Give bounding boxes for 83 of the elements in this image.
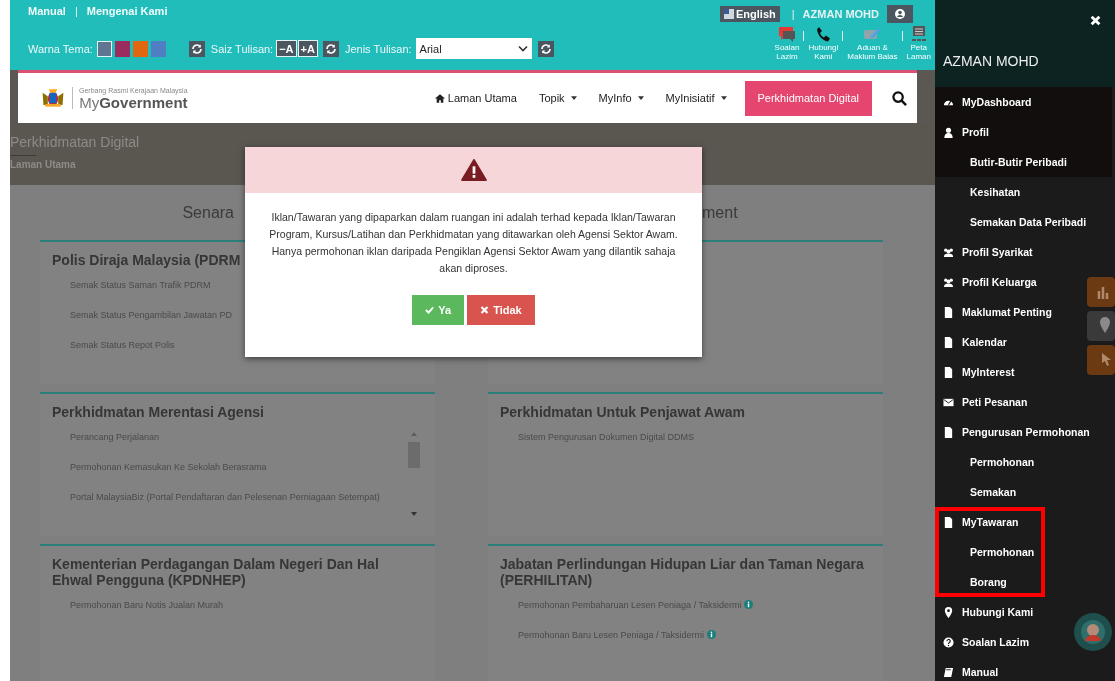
sidebar-item[interactable]: MyTawaran (935, 507, 1025, 537)
sidebar-item[interactable]: Profil (935, 117, 1112, 147)
section-heading: ment (702, 203, 739, 222)
sidebar-item[interactable]: Profil Syarikat (935, 237, 1039, 267)
cross-icon (480, 306, 490, 314)
sidebar-item[interactable]: Manual (935, 657, 1005, 681)
user-icon (943, 126, 954, 138)
sidebar-item[interactable]: Peti Pesanan (935, 387, 1034, 417)
book-icon (943, 666, 954, 678)
sidebar-subitem[interactable]: Butir-Butir Peribadi (935, 147, 1112, 177)
sidebar-item[interactable]: Soalan Lazim (935, 627, 1036, 657)
sidebar-subitem[interactable]: Permohonan (935, 537, 1041, 567)
nav-dropdown[interactable]: MyInfo (598, 92, 644, 104)
theme-swatch[interactable] (114, 40, 130, 57)
sidebar-item[interactable]: Hubungi Kami (935, 597, 1040, 627)
card-title: Jabatan Perlindungan Hidupan Liar dan Taman Negara (PERHILITAN) (500, 556, 865, 588)
sidebar-item[interactable]: Pengurusan Permohonan (935, 417, 1096, 447)
crest-icon (40, 87, 66, 109)
sidebar-subitem[interactable]: Borang (935, 567, 1013, 597)
sidebar-subitem[interactable]: Semakan Data Peribadi (935, 207, 1093, 237)
warning-icon (460, 159, 487, 181)
card-title: Perkhidmatan Merentasi Agensi (52, 404, 265, 420)
language-button[interactable]: English (720, 6, 780, 22)
document-icon (943, 336, 954, 348)
theme-swatch[interactable] (132, 40, 148, 57)
chart-shortcut-icon[interactable] (1087, 277, 1115, 307)
sidebar-item[interactable]: Profil Keluarga (935, 267, 1043, 297)
theme-label: Warna Tema: (28, 42, 93, 55)
map-pin-icon (943, 606, 954, 618)
font-size-label: Saiz Tulisan: (210, 42, 274, 55)
refresh-icon[interactable] (188, 40, 205, 57)
document-icon (943, 426, 954, 438)
font-type-label: Jenis Tulisan: (344, 42, 412, 55)
caret-icon (720, 96, 727, 100)
info-icon[interactable] (744, 600, 754, 609)
sidebar-subitem[interactable]: Permohonan (935, 447, 1041, 477)
section-heading: Senara (182, 203, 234, 222)
pointer-shortcut-icon[interactable] (1087, 345, 1115, 375)
sidebar-item[interactable]: Kalendar (935, 327, 1013, 357)
theme-swatch[interactable] (150, 40, 166, 57)
font-size-button[interactable]: +A (297, 40, 318, 57)
document-icon (943, 306, 954, 318)
chevron-icon (517, 45, 528, 52)
location-shortcut-icon[interactable] (1087, 311, 1115, 341)
font-size-button[interactable]: −A (276, 40, 297, 57)
caret-icon (570, 96, 577, 100)
card-title: Perkhidmatan Untuk Penjawat Awam (500, 404, 747, 420)
users-icon (943, 276, 954, 288)
users-icon (943, 246, 954, 258)
theme-swatch[interactable] (96, 40, 112, 57)
caret-icon (637, 96, 644, 100)
flag-icon (724, 9, 734, 19)
nav-dropdown[interactable]: Topik (538, 92, 577, 104)
question-icon (943, 636, 954, 648)
separator-text: | (74, 5, 78, 17)
document-icon (943, 366, 954, 378)
sidebar-item[interactable]: Maklumat Penting (935, 297, 1058, 327)
user-icon[interactable] (887, 5, 913, 23)
info-icon[interactable] (706, 630, 716, 639)
search-icon[interactable] (892, 90, 907, 106)
home-link[interactable]: Laman Utama (434, 92, 517, 104)
check-icon (425, 306, 435, 314)
dialog-message: Iklan/Tawaran yang dipaparkan dalam ruangan ini adalah terhad kepada Iklan/Tawaran Program, Kursus/Latihan dan Perkhidmatan yang ditawarkan oleh Agensi Sektor Awam. Hanya permohonan iklan daripada Pengiklan Agensi Sektor Awam yang dilantik sahaja akan diproses. (268, 210, 679, 276)
envelope-icon (943, 396, 954, 408)
refresh-icon[interactable] (322, 40, 339, 57)
home-icon (434, 93, 445, 103)
sidebar-subitem[interactable]: Kesihatan (935, 177, 1027, 207)
sidebar-item[interactable]: MyDashboard (935, 87, 1112, 117)
refresh-icon[interactable] (537, 40, 554, 57)
sidebar-subitem[interactable]: Semakan (935, 477, 1023, 507)
close-icon[interactable] (1090, 15, 1101, 26)
separator-text: | (791, 8, 795, 20)
site-logo-text[interactable]: MyGovernment (79, 94, 188, 110)
document-icon (943, 516, 954, 528)
faq-bubble-icon[interactable] (777, 25, 797, 43)
sidebar-item[interactable]: MyInterest (935, 357, 1021, 387)
sidebar-user-name: AZMAN MOHD (943, 53, 1039, 69)
digital-services-button[interactable]: Perkhidmatan Digital (744, 80, 872, 116)
nav-dropdown[interactable]: MyInisiatif (665, 92, 727, 104)
font-select[interactable]: Arial (415, 38, 532, 59)
card-title: Kementerian Perdagangan Dalam Negeri Dan Hal Ehwal Pengguna (KPDNHEP) (52, 556, 380, 588)
no-button[interactable]: Tidak (467, 295, 535, 325)
chat-assistant-icon[interactable] (1073, 612, 1113, 652)
